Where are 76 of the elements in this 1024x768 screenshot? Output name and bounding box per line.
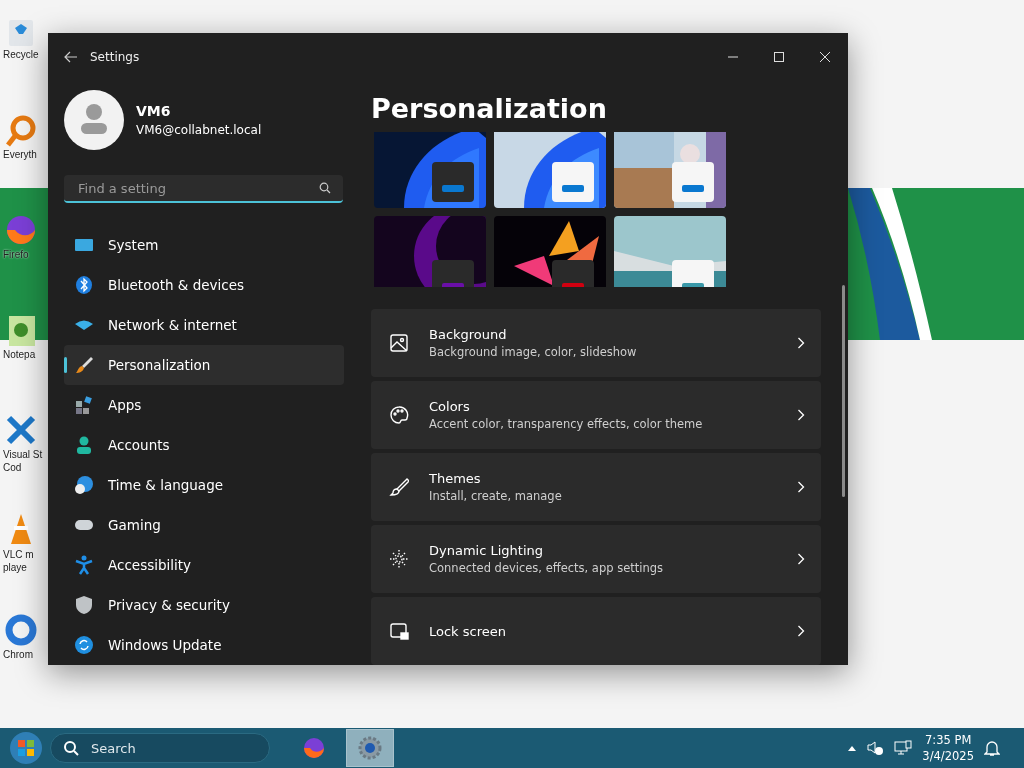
- chevron-right-icon: [797, 481, 805, 493]
- taskbar-app-button[interactable]: [346, 729, 394, 767]
- settings-card[interactable]: Dynamic Lighting Connected devices, effects, app settings: [371, 525, 821, 593]
- desktop-icon-label: Notepa: [3, 348, 36, 361]
- chevron-right-icon: [797, 553, 805, 565]
- nav-item[interactable]: Personalization: [64, 345, 344, 385]
- desktop-icon-label: Cod: [3, 461, 22, 474]
- chevron-right-icon: [797, 409, 805, 421]
- taskbar-search-input[interactable]: Search: [89, 739, 239, 757]
- search-icon: [319, 182, 331, 194]
- chevron-right-icon: [797, 625, 805, 637]
- desktop-icon-label: Firefo: [3, 248, 29, 261]
- settings-card[interactable]: Lock screen: [371, 597, 821, 665]
- avatar-icon: [64, 90, 124, 150]
- window-title: Settings: [90, 50, 140, 64]
- settings-card[interactable]: Background Background image, color, slideshow: [371, 309, 821, 377]
- nav-item[interactable]: System: [64, 225, 344, 265]
- apps-icon: [74, 395, 94, 415]
- desktop-icon-label: VLC m: [3, 548, 34, 561]
- fox-icon: [302, 736, 326, 760]
- card-title: Colors: [429, 399, 471, 414]
- nav-item[interactable]: Bluetooth & devices: [64, 265, 344, 305]
- search-icon: [63, 740, 79, 756]
- brush-icon: [74, 355, 94, 375]
- nav-item[interactable]: Privacy & security: [64, 585, 344, 625]
- person-icon: [74, 435, 94, 455]
- nav-item[interactable]: Gaming: [64, 505, 344, 545]
- card-title: Themes: [429, 471, 482, 486]
- caret-up-icon[interactable]: [848, 745, 857, 751]
- card-subtitle: Install, create, manage: [429, 489, 563, 503]
- scrollbar-thumb[interactable]: [842, 285, 845, 497]
- accessibility-icon: [74, 555, 94, 575]
- settings-search-field[interactable]: Find a setting: [64, 175, 343, 203]
- account-email: VM6@collabnet.local: [136, 123, 262, 137]
- card-title: Background: [429, 327, 508, 342]
- bell-icon[interactable]: [984, 739, 1000, 757]
- card-title: Dynamic Lighting: [429, 543, 544, 558]
- desktop-icon-label: Everyth: [3, 148, 37, 161]
- gear-icon: [358, 736, 382, 760]
- maximize-icon: [774, 52, 784, 62]
- shield-icon: [74, 595, 94, 615]
- desktop-icon-label: Visual St: [3, 448, 43, 461]
- taskbar-search-field[interactable]: Search: [50, 733, 270, 763]
- network-icon[interactable]: [894, 740, 913, 756]
- settings-card[interactable]: Colors Accent color, transparency effects, color theme: [371, 381, 821, 449]
- nav-item[interactable]: Windows Update: [64, 625, 344, 665]
- brush-icon: [389, 477, 409, 497]
- start-button[interactable]: [8, 730, 44, 766]
- close-icon: [820, 52, 830, 62]
- lock-screen-icon: [389, 621, 409, 641]
- desktop-icon-label: Chrom: [3, 648, 33, 661]
- page-title: Personalization: [371, 93, 608, 126]
- ring-icon[interactable]: [3, 612, 39, 648]
- settings-card[interactable]: Themes Install, create, manage: [371, 453, 821, 521]
- card-subtitle: Connected devices, effects, app settings: [429, 561, 665, 575]
- card-title: Lock screen: [429, 623, 507, 639]
- card-subtitle: Background image, color, slideshow: [429, 345, 638, 359]
- desktop-icon-label: playe: [3, 561, 27, 574]
- nav-item[interactable]: Network & internet: [64, 305, 344, 345]
- card-subtitle: Accent color, transparency effects, color theme: [429, 417, 704, 431]
- nav-item[interactable]: Accounts: [64, 425, 344, 465]
- bluetooth-icon: [74, 275, 94, 295]
- back-arrow-icon[interactable]: [64, 51, 78, 63]
- speaker-icon[interactable]: [866, 740, 885, 756]
- clock[interactable]: 7:35 PM 3/4/2025: [922, 732, 974, 764]
- nav-item[interactable]: Apps: [64, 385, 344, 425]
- chevron-right-icon: [797, 337, 805, 349]
- image-icon: [389, 333, 409, 353]
- palette-icon: [389, 405, 409, 425]
- sync-icon: [74, 635, 94, 655]
- nav-item[interactable]: Time & language: [64, 465, 344, 505]
- sun-icon: [389, 549, 409, 569]
- account-name: VM6: [136, 103, 172, 119]
- settings-search-input[interactable]: Find a setting: [76, 179, 319, 197]
- nav-item[interactable]: Accessibility: [64, 545, 344, 585]
- desktop-icon-label: Recycle: [3, 48, 39, 61]
